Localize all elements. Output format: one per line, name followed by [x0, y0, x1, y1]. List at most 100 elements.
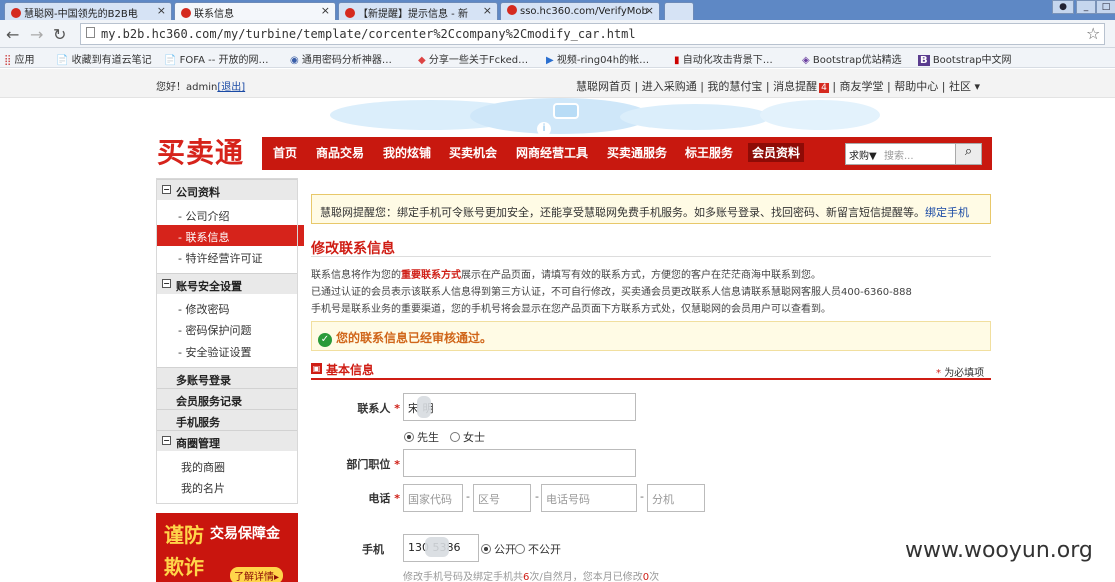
sidebar-service-record[interactable]: 会员服务记录 — [156, 388, 297, 409]
nav-opportunity[interactable]: 买卖机会 — [449, 144, 497, 161]
link-pay[interactable]: 我的慧付宝 — [707, 80, 762, 93]
browser-tab[interactable]: 【新提醒】提示信息 - 新 × — [338, 2, 498, 20]
star-icon[interactable]: ☆ — [1086, 24, 1100, 43]
close-icon[interactable]: × — [645, 4, 654, 17]
divider — [311, 256, 991, 257]
site-icon — [345, 8, 355, 18]
user-icon[interactable]: ● — [1052, 0, 1074, 14]
link-messages[interactable]: 消息提醒 — [773, 80, 817, 93]
bookmark-label: Bootstrap中文网 — [932, 55, 1012, 66]
placeholder: 国家代码 — [408, 493, 452, 506]
link-home[interactable]: 慧聪网首页 — [576, 80, 631, 93]
apps-grid-icon: ⣿ — [4, 55, 12, 66]
contact-name-input[interactable]: 宋 明 — [403, 393, 636, 421]
sidebar-item-my-circle[interactable]: 我的商圈 — [181, 459, 225, 475]
link-help[interactable]: 帮助中心 — [894, 80, 938, 93]
message-badge: 4 — [819, 83, 829, 93]
bookmark-item[interactable]: 📄 FOFA -- 开放的网… — [164, 51, 269, 66]
sidebar-item-label: 修改密码 — [185, 303, 230, 316]
phone-number-input[interactable]: 电话号码 — [541, 484, 637, 512]
bookmark-label: 视频-ring04h的帐… — [556, 55, 650, 66]
bookmark-item[interactable]: ◈ Bootstrap优站精选 — [802, 51, 902, 66]
bookmark-item[interactable]: ◉ 通用密码分析神器… — [290, 51, 392, 66]
search-button[interactable]: ⌕ — [955, 143, 982, 165]
nav-tools[interactable]: 网商经营工具 — [516, 144, 588, 161]
department-input[interactable] — [403, 449, 636, 477]
flag-icon: ▮ — [674, 55, 680, 66]
browser-tab[interactable]: 慧聪网-中国领先的B2B电 × — [4, 2, 172, 20]
label-text: 联系人 — [357, 402, 391, 415]
close-icon[interactable]: × — [157, 4, 166, 17]
sidebar-item-contact-info[interactable]: - 联系信息 — [156, 225, 304, 246]
site-logo[interactable]: 买卖通 — [157, 131, 244, 171]
sidebar-item-change-password[interactable]: - 修改密码 — [178, 301, 229, 317]
phone-country-input[interactable]: 国家代码 — [403, 484, 463, 512]
maximize-button[interactable]: □ — [1096, 0, 1115, 14]
sidebar-item-verification[interactable]: - 安全验证设置 — [178, 344, 251, 360]
phone-ext-input[interactable]: 分机 — [647, 484, 705, 512]
search-type-select[interactable]: 求购▼ — [849, 147, 877, 162]
bootstrap-b-icon: B — [918, 55, 930, 66]
chat-bubble-icon — [553, 103, 579, 119]
nav-service[interactable]: 买卖通服务 — [607, 144, 667, 161]
url-input[interactable]: my.b2b.hc360.com/my/turbine/template/cor… — [80, 23, 1105, 45]
bookmark-item[interactable]: ▶ 视频-ring04h的帐… — [546, 51, 649, 66]
ad-text: 谨防 — [164, 523, 204, 547]
bootstrap-icon: ◈ — [802, 55, 810, 66]
sidebar-section-security[interactable]: − 账号安全设置 — [156, 273, 297, 294]
bind-phone-notice: 慧聪网提醒您：绑定手机可令账号更加安全，还能享受慧聪网免费手机服务。如多账号登录… — [311, 194, 991, 224]
nav-home[interactable]: 首页 — [273, 144, 297, 161]
bookmark-item[interactable]: ▮ 自动化攻击背景下… — [674, 51, 773, 66]
bookmark-item[interactable]: ◆ 分享一些关于Fcked… — [418, 51, 528, 66]
collapse-icon: − — [162, 436, 171, 445]
close-icon[interactable]: × — [321, 4, 330, 17]
sidebar-section-company[interactable]: − 公司资料 — [156, 179, 297, 200]
page-icon — [86, 27, 95, 38]
mobile-private-radio[interactable]: 不公开 — [515, 541, 561, 557]
minimize-button[interactable]: _ — [1076, 0, 1096, 14]
sidebar-mobile-service[interactable]: 手机服务 — [156, 409, 297, 430]
placeholder: 电话号码 — [546, 493, 590, 506]
bookmark-item[interactable]: 📄 收藏到有道云笔记 — [56, 51, 152, 66]
nav-trade[interactable]: 商品交易 — [316, 144, 364, 161]
gender-male-radio[interactable]: 先生 — [404, 429, 439, 445]
sidebar-item-label: 安全验证设置 — [185, 346, 252, 359]
apps-bookmark[interactable]: ⣿ 应用 — [4, 51, 35, 66]
browser-tab-active[interactable]: 联系信息 × — [174, 2, 336, 20]
phone-area-input[interactable]: 区号 — [473, 484, 531, 512]
nav-member-info[interactable]: 会员资料 — [748, 143, 805, 162]
close-icon[interactable]: × — [483, 4, 492, 17]
forward-arrow-icon[interactable]: → — [30, 25, 43, 44]
sidebar-section-shop[interactable]: − 商圈管理 — [156, 430, 297, 451]
ad-detail-link[interactable]: 了解详情▸ — [230, 567, 284, 582]
sidebar-item-my-card[interactable]: 我的名片 — [181, 480, 225, 496]
section-label: 账号安全设置 — [176, 280, 242, 293]
gender-female-radio[interactable]: 女士 — [450, 429, 485, 445]
watermark: www.wooyun.org — [905, 538, 1093, 563]
nav-shop[interactable]: 我的炫铺 — [383, 144, 431, 161]
reload-icon[interactable]: ↻ — [53, 25, 66, 44]
link-purchase[interactable]: 进入采购通 — [642, 80, 697, 93]
search-icon: ⌕ — [964, 144, 973, 159]
sidebar-multi-login[interactable]: 多账号登录 — [156, 367, 297, 388]
sidebar-item-label: 我的名片 — [181, 482, 225, 495]
mobile-public-radio[interactable]: 公开 — [481, 541, 516, 557]
sidebar-item-security-question[interactable]: - 密码保护问题 — [178, 322, 251, 338]
nav-biaowang[interactable]: 标王服务 — [685, 144, 733, 161]
sidebar-ad-banner[interactable]: 谨防 交易保障金 欺诈 了解详情▸ — [156, 513, 298, 582]
link-school[interactable]: 商友学堂 — [840, 80, 884, 93]
bind-phone-link[interactable]: 绑定手机 — [925, 206, 969, 219]
radio-unchecked-icon — [450, 432, 460, 442]
sidebar-item-company-intro[interactable]: - 公司介绍 — [178, 208, 229, 224]
tab-title: 【新提醒】提示信息 - 新 — [358, 9, 468, 20]
logout-link[interactable]: [退出] — [217, 82, 245, 93]
new-tab-button[interactable] — [664, 2, 694, 20]
back-arrow-icon[interactable]: ← — [6, 25, 19, 44]
sidebar-item-license[interactable]: - 特许经营许可证 — [178, 250, 262, 266]
sidebar-item-label: 密码保护问题 — [185, 324, 252, 337]
browser-tab[interactable]: sso.hc360.com/VerifyMob × — [500, 2, 660, 20]
link-community[interactable]: 社区 — [949, 80, 971, 93]
radio-label: 不公开 — [528, 543, 561, 556]
bookmark-item[interactable]: B Bootstrap中文网 — [918, 51, 1012, 66]
radio-label: 公开 — [494, 543, 516, 556]
